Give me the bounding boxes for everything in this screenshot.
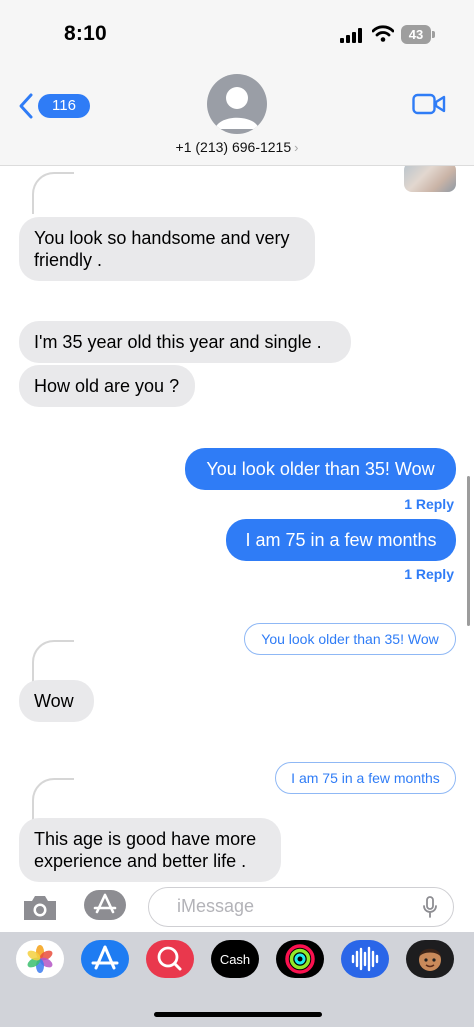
audio-message-app-button[interactable]: [341, 940, 389, 978]
cellular-signal-icon: [340, 28, 364, 43]
thread-reply-line: [32, 640, 74, 682]
incoming-message[interactable]: I'm 35 year old this year and single .: [19, 321, 351, 363]
battery-cap: [432, 31, 435, 38]
wifi-icon: [372, 25, 394, 42]
reply-count-link[interactable]: 1 Reply: [360, 496, 454, 512]
app-store-icon: [91, 945, 119, 970]
audio-message-icon: [351, 946, 379, 972]
incoming-message[interactable]: How old are you ?: [19, 365, 195, 407]
outgoing-message[interactable]: I am 75 in a few months: [226, 519, 456, 561]
app-store-icon: [93, 893, 117, 914]
app-store-app-button[interactable]: [81, 940, 129, 978]
apple-cash-app-button[interactable]: Cash: [211, 940, 259, 978]
chevron-left-icon: [19, 93, 33, 119]
contact-avatar[interactable]: [207, 74, 267, 134]
microphone-icon[interactable]: [423, 896, 437, 918]
back-button[interactable]: 116: [18, 92, 90, 120]
apple-cash-label: Cash: [220, 952, 250, 967]
unread-count-badge: 116: [38, 94, 90, 118]
photos-icon: [27, 945, 53, 973]
thread-reply-line: [32, 778, 74, 820]
thread-reply-line: [32, 172, 74, 214]
images-search-icon: [157, 946, 182, 971]
person-silhouette-icon: [215, 87, 259, 129]
fitness-icon: [285, 944, 315, 974]
video-call-icon[interactable]: [412, 93, 446, 115]
chevron-right-icon: ›: [294, 140, 299, 155]
status-bar: 8:10 43: [0, 0, 474, 62]
incoming-message[interactable]: Wow: [19, 680, 94, 722]
fitness-app-button[interactable]: [276, 940, 324, 978]
scrollbar[interactable]: [467, 476, 470, 626]
contact-name[interactable]: +1 (213) 696-1215 ›: [0, 139, 474, 155]
conversation-header: 116 +1 (213) 696-1215 ›: [0, 62, 474, 166]
imessage-app-drawer: Cash: [0, 932, 474, 1027]
app-store-drawer-button[interactable]: [84, 890, 126, 920]
camera-icon[interactable]: [21, 894, 59, 922]
quoted-reply-preview[interactable]: You look older than 35! Wow: [244, 623, 456, 655]
quoted-reply-preview[interactable]: I am 75 in a few months: [275, 762, 456, 794]
message-input-placeholder: iMessage: [177, 896, 255, 916]
memoji-icon: [419, 948, 441, 971]
reply-count-link[interactable]: 1 Reply: [360, 566, 454, 582]
status-time: 8:10: [64, 22, 107, 45]
battery-icon: 43: [401, 25, 431, 44]
apple-cash-icon: Cash: [220, 952, 250, 967]
images-search-app-button[interactable]: [146, 940, 194, 978]
attachment-photo-thumbnail[interactable]: [404, 166, 456, 192]
incoming-message[interactable]: This age is good have more experience an…: [19, 818, 281, 882]
photos-app-button[interactable]: [16, 940, 64, 978]
contact-number: +1 (213) 696-1215: [175, 139, 292, 155]
message-input[interactable]: iMessage: [148, 887, 454, 927]
message-thread[interactable]: You look so handsome and very friendly .…: [0, 166, 474, 884]
incoming-message[interactable]: You look so handsome and very friendly .: [19, 217, 315, 281]
compose-bar: iMessage: [0, 884, 474, 932]
outgoing-message[interactable]: You look older than 35! Wow: [185, 448, 456, 490]
home-indicator[interactable]: [154, 1012, 322, 1017]
memoji-app-button[interactable]: [406, 940, 454, 978]
